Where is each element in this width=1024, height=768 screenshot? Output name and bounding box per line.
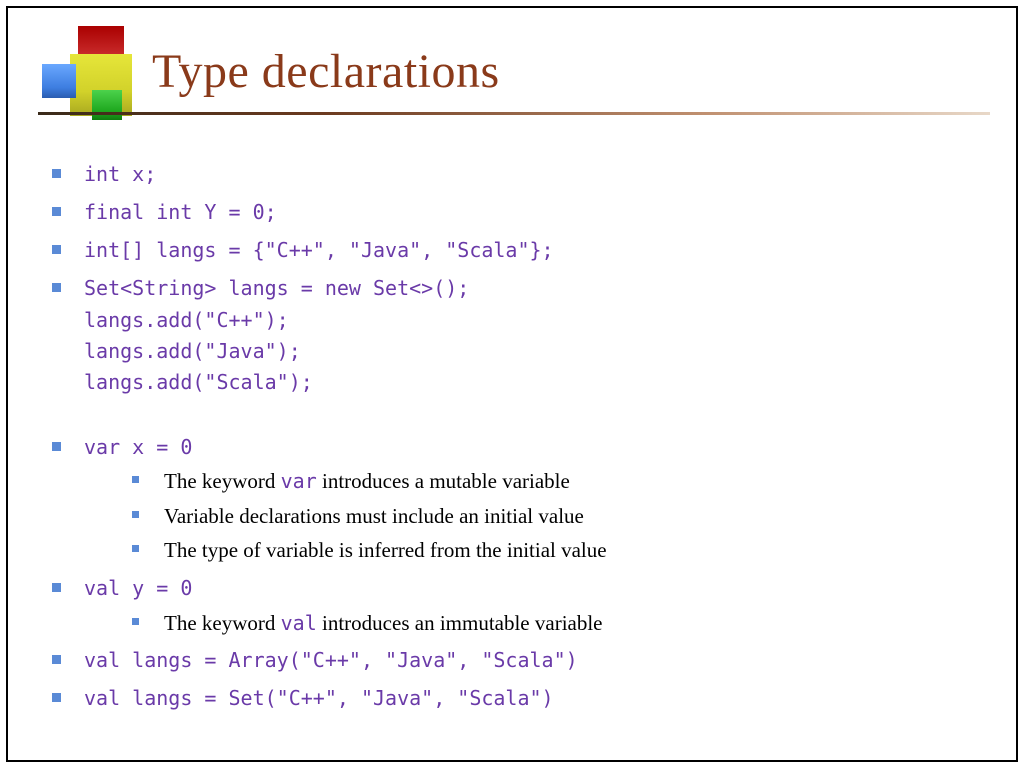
- list-item: val langs = Array("C++", "Java", "Scala"…: [48, 644, 988, 676]
- list-item: var x = 0 The keyword var introduces a m…: [48, 431, 988, 566]
- list-item: Set<String> langs = new Set<>(); langs.a…: [48, 272, 988, 397]
- code-text: langs.add("C++");: [84, 306, 988, 335]
- code-text: int x;: [84, 162, 156, 186]
- list-item: int[] langs = {"C++", "Java", "Scala"};: [48, 234, 988, 266]
- bullet-list: var x = 0 The keyword var introduces a m…: [48, 431, 988, 714]
- list-item: The type of variable is inferred from th…: [128, 535, 988, 565]
- code-text: langs.add("Java");: [84, 337, 988, 366]
- code-text: var: [281, 469, 317, 493]
- code-text: final int Y = 0;: [84, 200, 277, 224]
- code-text: int[] langs = {"C++", "Java", "Scala"};: [84, 238, 554, 262]
- body-text: Variable declarations must include an in…: [164, 504, 584, 528]
- list-item: final int Y = 0;: [48, 196, 988, 228]
- code-text: Set<String> langs = new Set<>();: [84, 276, 469, 300]
- spacer: [48, 403, 988, 431]
- body-text: The keyword: [164, 611, 281, 635]
- code-text: val langs = Array("C++", "Java", "Scala"…: [84, 648, 578, 672]
- code-text: var x = 0: [84, 435, 192, 459]
- bullet-list: int x; final int Y = 0; int[] langs = {"…: [48, 158, 988, 397]
- logo-icon: [40, 26, 160, 126]
- logo-blue-square: [42, 64, 76, 98]
- list-item: val langs = Set("C++", "Java", "Scala"): [48, 682, 988, 714]
- body-text: introduces an immutable variable: [317, 611, 603, 635]
- body-text: introduces a mutable variable: [317, 469, 570, 493]
- list-item: val y = 0 The keyword val introduces an …: [48, 572, 988, 638]
- title-underline: [38, 112, 990, 115]
- sub-bullet-list: The keyword val introduces an immutable …: [84, 608, 988, 638]
- list-item: The keyword var introduces a mutable var…: [128, 466, 988, 496]
- slide-frame: Type declarations int x; final int Y = 0…: [6, 6, 1018, 762]
- logo-green-square: [92, 90, 122, 120]
- slide-content: int x; final int Y = 0; int[] langs = {"…: [48, 158, 988, 720]
- body-text: The type of variable is inferred from th…: [164, 538, 607, 562]
- code-text: val: [281, 611, 317, 635]
- sub-bullet-list: The keyword var introduces a mutable var…: [84, 466, 988, 565]
- code-text: langs.add("Scala");: [84, 368, 988, 397]
- code-text: val y = 0: [84, 576, 192, 600]
- list-item: Variable declarations must include an in…: [128, 501, 988, 531]
- slide-title: Type declarations: [152, 44, 500, 99]
- list-item: int x;: [48, 158, 988, 190]
- code-text: val langs = Set("C++", "Java", "Scala"): [84, 686, 554, 710]
- body-text: The keyword: [164, 469, 281, 493]
- list-item: The keyword val introduces an immutable …: [128, 608, 988, 638]
